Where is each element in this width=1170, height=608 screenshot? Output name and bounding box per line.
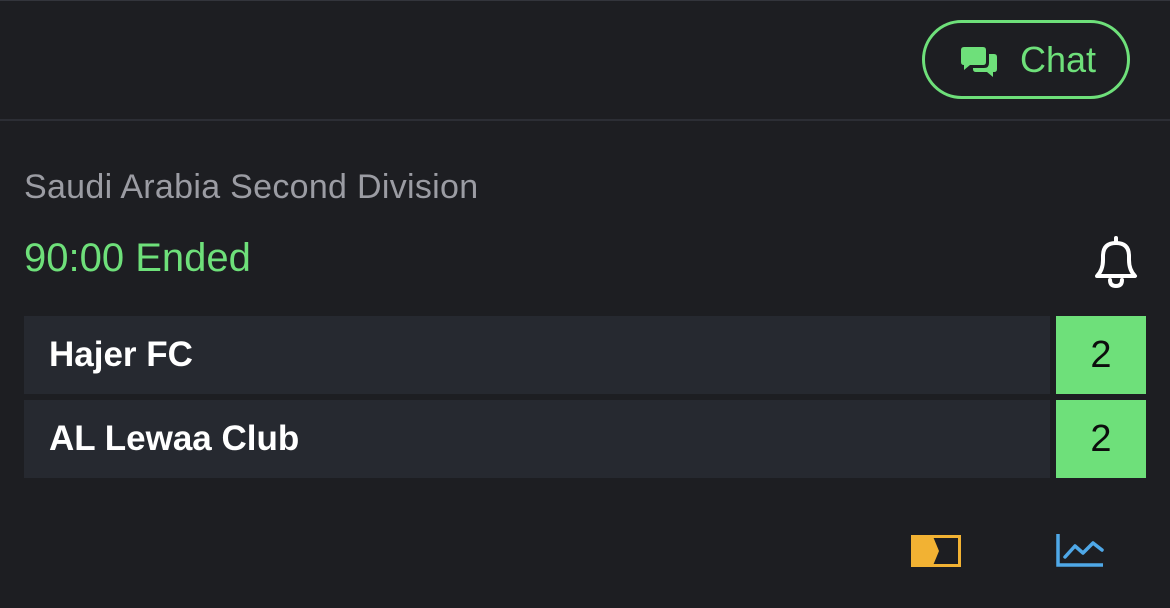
chat-bubbles-icon: [961, 47, 997, 77]
league-name: Saudi Arabia Second Division: [24, 168, 479, 206]
team-row-home[interactable]: Hajer FC: [24, 316, 1050, 394]
match-card: Chat Saudi Arabia Second Division 90:00 …: [0, 0, 1170, 608]
tv-stream-icon[interactable]: [911, 535, 961, 567]
match-status: 90:00 Ended: [24, 236, 251, 280]
team-name-home: Hajer FC: [49, 335, 193, 374]
score-home: 2: [1056, 316, 1146, 394]
stats-chart-icon[interactable]: [1055, 532, 1105, 568]
score-away: 2: [1056, 400, 1146, 478]
chat-label: Chat: [1020, 39, 1097, 80]
header-bar: Chat: [0, 1, 1170, 119]
team-name-away: AL Lewaa Club: [49, 419, 300, 458]
team-row-away[interactable]: AL Lewaa Club: [24, 400, 1050, 478]
header-divider: [0, 119, 1170, 121]
bell-icon[interactable]: [1088, 234, 1144, 290]
chat-button[interactable]: Chat: [922, 20, 1130, 99]
